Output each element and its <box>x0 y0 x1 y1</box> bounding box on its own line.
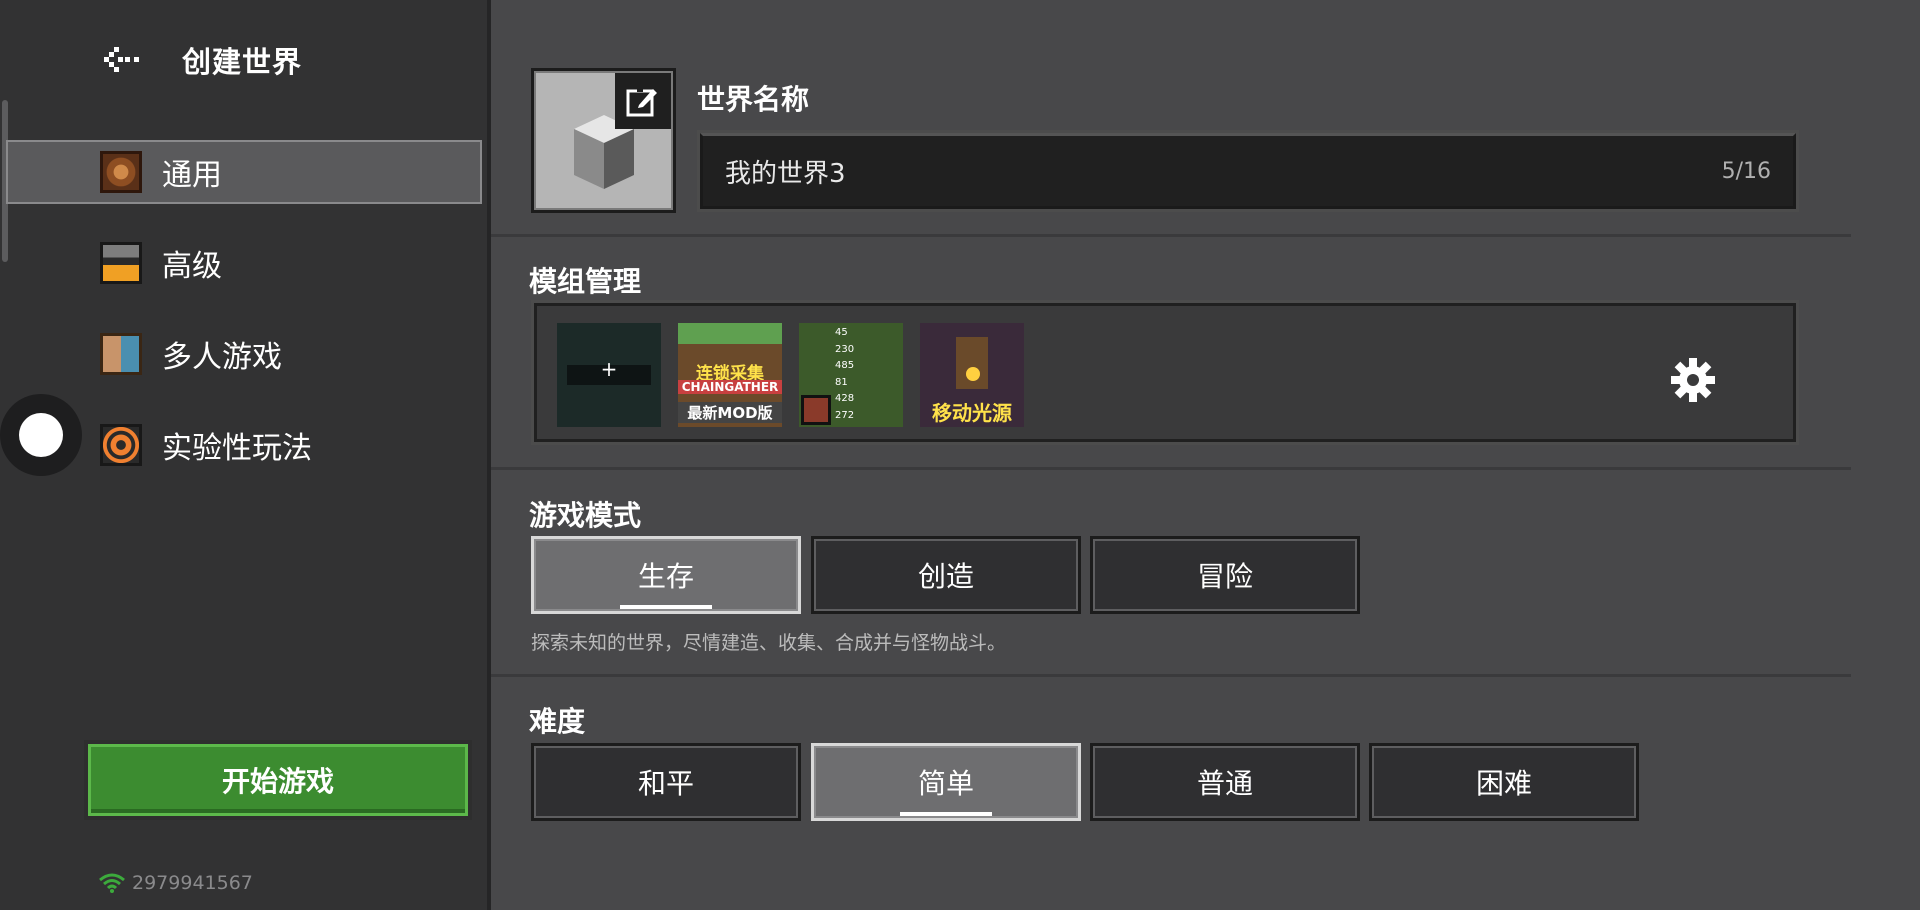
game-mode-adventure-button[interactable]: 冒险 <box>1090 536 1360 614</box>
start-game-button[interactable]: 开始游戏 <box>84 740 472 820</box>
difficulty-label: 难度 <box>529 705 586 738</box>
mod-tile-stats[interactable]: 45 230 485 81 428 272 <box>799 323 903 427</box>
mods-panel: + 连锁采集 CHAINGATHER 最新MOD版 45 230 485 81 … <box>531 300 1799 445</box>
general-icon <box>100 151 142 193</box>
sidebar-item-general[interactable]: 通用 <box>6 140 482 204</box>
mod-tile-dynamic-light[interactable]: 移动光源 <box>920 323 1024 427</box>
world-name-label: 世界名称 <box>697 83 810 116</box>
difficulty-easy-button[interactable]: 简单 <box>811 743 1081 821</box>
add-mod-tile[interactable]: + <box>557 323 661 427</box>
mods-label: 模组管理 <box>529 265 642 298</box>
game-mode-survival-button[interactable]: 生存 <box>531 536 801 614</box>
header: 创建世界 <box>104 40 302 80</box>
sidebar-item-label: 高级 <box>162 249 222 284</box>
wifi-icon <box>99 873 125 893</box>
page-title: 创建世界 <box>182 45 303 79</box>
section-divider <box>491 467 1851 470</box>
mod-title: 移动光源 <box>932 401 1012 425</box>
mod-stats: 45 230 485 81 428 272 <box>835 327 855 421</box>
difficulty-peaceful-button[interactable]: 和平 <box>531 743 801 821</box>
mod-badge: 最新MOD版 <box>678 402 782 423</box>
mod-tile-chaingather[interactable]: 连锁采集 CHAINGATHER 最新MOD版 <box>678 323 782 427</box>
section-divider <box>491 674 1851 677</box>
plus-icon: + <box>600 357 618 381</box>
character-icon <box>956 337 988 389</box>
difficulty-hard-button[interactable]: 困难 <box>1369 743 1639 821</box>
world-thumbnail[interactable] <box>531 68 676 213</box>
circle-icon <box>19 413 63 457</box>
sidebar-item-label: 通用 <box>162 158 222 193</box>
game-mode-label: 游戏模式 <box>529 499 642 532</box>
mod-subtitle: CHAINGATHER <box>678 380 782 394</box>
difficulty-normal-button[interactable]: 普通 <box>1090 743 1360 821</box>
game-mode-creative-button[interactable]: 创造 <box>811 536 1081 614</box>
multiplayer-icon <box>100 333 142 375</box>
floating-assist-button[interactable] <box>0 394 82 476</box>
start-game-label: 开始游戏 <box>88 744 468 816</box>
section-divider <box>491 234 1851 237</box>
experimental-icon <box>100 424 142 466</box>
sidebar-item-label: 实验性玩法 <box>162 431 312 466</box>
world-name-field[interactable]: 我的世界3 5/16 <box>697 130 1799 212</box>
sidebar-item-advanced[interactable]: 高级 <box>0 231 483 295</box>
sidebar-item-label: 多人游戏 <box>162 340 282 375</box>
back-arrow-icon[interactable] <box>104 46 144 74</box>
mod-stats-badge <box>801 395 831 425</box>
world-name-input[interactable]: 我的世界3 <box>725 153 1722 190</box>
network-status: 2979941567 <box>98 872 253 894</box>
gear-icon[interactable] <box>1671 358 1715 402</box>
main-panel: 世界名称 我的世界3 5/16 模组管理 + 连锁采集 CHAINGATHER … <box>491 0 1920 910</box>
network-id: 2979941567 <box>132 872 253 894</box>
advanced-icon <box>100 242 142 284</box>
game-mode-description: 探索未知的世界，尽情建造、收集、合成并与怪物战斗。 <box>531 632 1007 654</box>
sidebar: 创建世界 通用 高级 多人游戏 实验性玩法 开始游戏 2979941567 <box>0 0 487 910</box>
edit-icon[interactable] <box>615 73 671 129</box>
sidebar-item-multiplayer[interactable]: 多人游戏 <box>0 322 483 386</box>
char-counter: 5/16 <box>1721 158 1771 184</box>
